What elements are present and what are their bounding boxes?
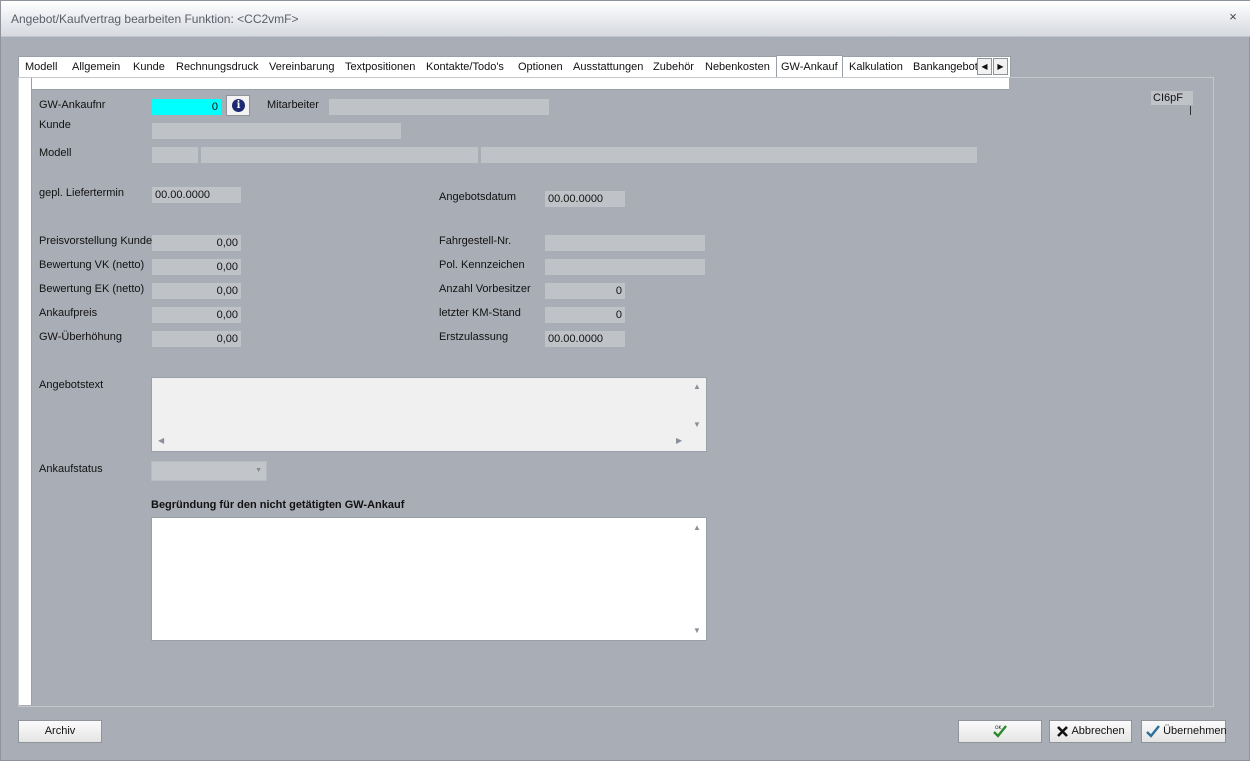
gw-ueberhoehung-label: GW-Überhöhung: [39, 331, 122, 343]
window-title: Angebot/Kaufvertrag bearbeiten Funktion:…: [11, 12, 299, 26]
kennzeichen-field[interactable]: [545, 259, 705, 275]
bewertung-ek-label: Bewertung EK (netto): [39, 283, 145, 295]
tab-modell[interactable]: Modell: [21, 57, 61, 78]
archiv-button[interactable]: Archiv: [18, 720, 102, 743]
scroll-up-icon[interactable]: ▲: [693, 382, 701, 391]
info-icon: i: [232, 99, 245, 112]
cancel-x-icon: [1057, 725, 1068, 737]
modell-description-field[interactable]: [481, 147, 977, 163]
tab-vereinbarung[interactable]: Vereinbarung: [265, 57, 338, 78]
tab-optionen[interactable]: Optionen: [514, 57, 567, 78]
panel-left-border: [19, 78, 32, 705]
tab-bar: Modell Allgemein Kunde Rechnungsdruck Ve…: [18, 55, 1011, 79]
title-bar[interactable]: Angebot/Kaufvertrag bearbeiten Funktion:…: [1, 1, 1250, 37]
tab-textpositionen[interactable]: Textpositionen: [341, 57, 419, 78]
uebernehmen-button[interactable]: Übernehmen: [1141, 720, 1227, 743]
modell-code-field[interactable]: [152, 147, 198, 163]
ok-icon-text: OK: [995, 725, 1003, 731]
chevron-down-icon: ▼: [255, 467, 262, 474]
text-caret: [1190, 106, 1191, 115]
scroll-down-icon[interactable]: ▼: [693, 626, 701, 635]
begruendung-textarea[interactable]: ▲ ▼: [151, 517, 707, 641]
tab-kalkulation[interactable]: Kalkulation: [845, 57, 907, 78]
scroll-left-icon[interactable]: ◀: [158, 436, 164, 445]
modell-name-field[interactable]: [201, 147, 478, 163]
preisvorstellung-label: Preisvorstellung Kunde: [39, 235, 153, 247]
tab-scroll-left-icon[interactable]: ◀: [977, 58, 992, 75]
gepl-liefertermin-label: gepl. Liefertermin: [39, 187, 124, 199]
gw-ueberhoehung-field[interactable]: 0,00: [152, 331, 241, 347]
preisvorstellung-field[interactable]: 0,00: [152, 235, 241, 251]
scroll-right-icon[interactable]: ▶: [676, 436, 682, 445]
gepl-liefertermin-field[interactable]: 00.00.0000: [152, 187, 241, 203]
kunde-label: Kunde: [39, 119, 71, 131]
begruendung-vertical-scrollbar[interactable]: ▲ ▼: [690, 518, 706, 640]
tab-allgemein[interactable]: Allgemein: [68, 57, 124, 78]
tab-nebenkosten[interactable]: Nebenkosten: [701, 57, 774, 78]
gw-ankaufnr-label: GW-Ankaufnr: [39, 99, 106, 111]
mitarbeiter-label: Mitarbeiter: [267, 99, 319, 111]
angebotsdatum-field[interactable]: 00.00.0000: [545, 191, 625, 207]
tab-ausstattungen[interactable]: Ausstattungen: [569, 57, 647, 78]
ankaufstatus-select[interactable]: ▼: [151, 461, 267, 481]
angebotstext-vertical-scrollbar[interactable]: ▲ ▼: [690, 378, 706, 451]
dialog-window: Angebot/Kaufvertrag bearbeiten Funktion:…: [0, 0, 1250, 761]
erstzulassung-field[interactable]: 00.00.0000: [545, 331, 625, 347]
kennzeichen-label: Pol. Kennzeichen: [439, 259, 525, 271]
ankaufpreis-label: Ankaufpreis: [39, 307, 98, 319]
uebernehmen-label: Übernehmen: [1163, 725, 1227, 737]
vorbesitzer-field[interactable]: 0: [545, 283, 625, 299]
ci6pf-field[interactable]: CI6pF: [1151, 91, 1193, 105]
ok-button[interactable]: OK: [958, 720, 1042, 743]
angebotsdatum-label: Angebotsdatum: [439, 191, 517, 203]
tab-gw-ankauf[interactable]: GW-Ankauf: [776, 55, 843, 79]
tab-kunde[interactable]: Kunde: [129, 57, 169, 78]
gw-ankaufnr-input[interactable]: 0: [152, 99, 221, 115]
apply-check-icon: [1146, 724, 1160, 738]
abbrechen-button[interactable]: Abbrechen: [1049, 720, 1132, 743]
mitarbeiter-field[interactable]: [329, 99, 549, 115]
km-stand-label: letzter KM-Stand: [439, 307, 521, 319]
bewertung-vk-field[interactable]: 0,00: [152, 259, 241, 275]
scroll-down-icon[interactable]: ▼: [693, 420, 701, 429]
panel-top-border: [19, 78, 1009, 90]
bewertung-vk-label: Bewertung VK (netto): [39, 259, 145, 271]
erstzulassung-label: Erstzulassung: [439, 331, 509, 343]
begruendung-label: Begründung für den nicht getätigten GW-A…: [151, 499, 405, 511]
angebotstext-label: Angebotstext: [39, 379, 104, 391]
close-icon[interactable]: ×: [1225, 9, 1241, 25]
ankaufstatus-label: Ankaufstatus: [39, 463, 103, 475]
tab-rechnungsdruck[interactable]: Rechnungsdruck: [172, 57, 263, 78]
ok-check-icon: OK: [993, 725, 1007, 738]
modell-label: Modell: [39, 147, 72, 159]
tab-scroll-right-icon[interactable]: ▶: [993, 58, 1008, 75]
angebotstext-textarea[interactable]: ▲ ▼ ◀ ▶: [151, 377, 707, 452]
abbrechen-label: Abbrechen: [1071, 725, 1125, 737]
fahrgestell-field[interactable]: [545, 235, 705, 251]
tab-zubehoer[interactable]: Zubehör: [649, 57, 698, 78]
vorbesitzer-label: Anzahl Vorbesitzer: [439, 283, 531, 295]
scroll-up-icon[interactable]: ▲: [693, 523, 701, 532]
tab-kontakte-todos[interactable]: Kontakte/Todo's: [422, 57, 508, 78]
tab-bankangebot[interactable]: Bankangebot: [909, 57, 977, 78]
ankaufpreis-field[interactable]: 0,00: [152, 307, 241, 323]
kunde-field[interactable]: [152, 123, 401, 139]
km-stand-field[interactable]: 0: [545, 307, 625, 323]
fahrgestell-label: Fahrgestell-Nr.: [439, 235, 512, 247]
bewertung-ek-field[interactable]: 0,00: [152, 283, 241, 299]
info-button[interactable]: i: [226, 95, 250, 116]
